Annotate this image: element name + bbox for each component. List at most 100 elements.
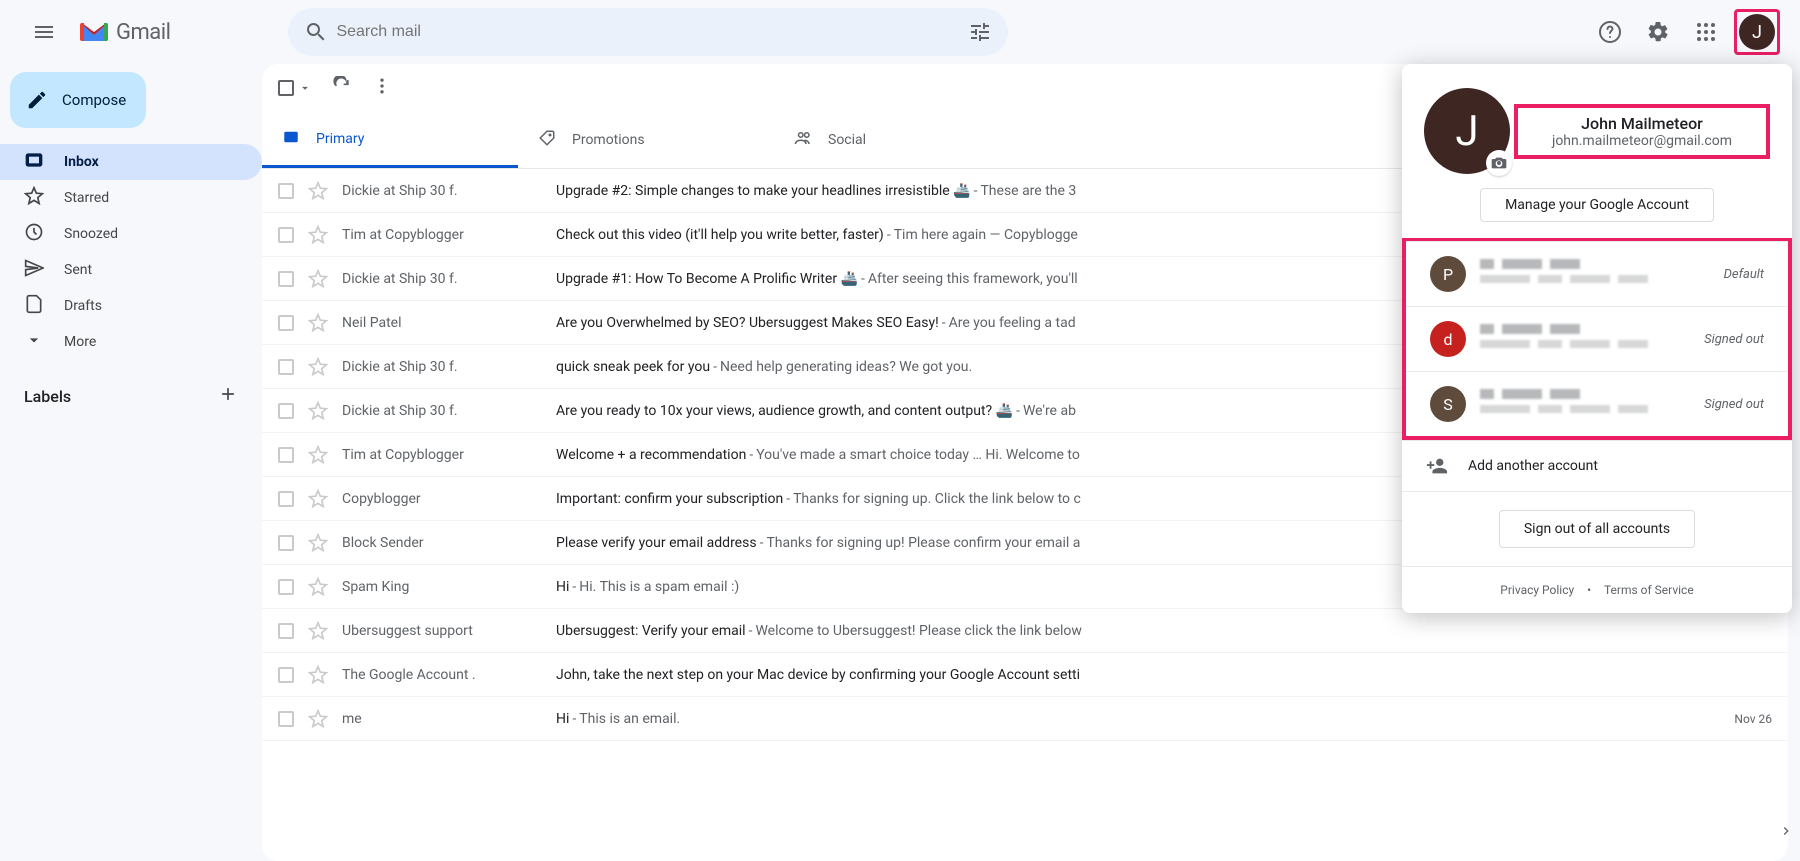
star-icon[interactable] — [308, 489, 328, 509]
compose-button[interactable]: Compose — [10, 72, 146, 128]
row-sender: Neil Patel — [342, 315, 542, 331]
star-icon[interactable] — [308, 225, 328, 245]
sidebar-item-inbox[interactable]: Inbox — [0, 144, 262, 180]
row-checkbox[interactable] — [278, 623, 294, 639]
sidebar-item-more[interactable]: More — [0, 324, 262, 360]
nav-label: Sent — [64, 262, 92, 278]
change-photo-button[interactable] — [1486, 150, 1512, 176]
star-icon[interactable] — [308, 445, 328, 465]
row-checkbox[interactable] — [278, 227, 294, 243]
nav-icon — [24, 186, 44, 210]
nav-label: Inbox — [64, 154, 99, 170]
email-row[interactable]: Ubersuggest support Ubersuggest: Verify y… — [262, 609, 1788, 653]
next-page-button[interactable] — [1778, 823, 1794, 839]
row-checkbox[interactable] — [278, 315, 294, 331]
row-checkbox[interactable] — [278, 491, 294, 507]
row-checkbox[interactable] — [278, 711, 294, 727]
add-account-button[interactable]: Add another account — [1402, 440, 1792, 491]
account-email: john.mailmeteor@gmail.com — [1552, 133, 1732, 149]
gmail-glyph-icon — [80, 21, 108, 43]
compose-label: Compose — [62, 91, 126, 109]
row-subject: John, take the next step on your Mac dev… — [556, 667, 1688, 683]
star-icon[interactable] — [308, 533, 328, 553]
account-avatar[interactable]: J — [1739, 14, 1775, 50]
account-row[interactable]: d Signed out — [1406, 306, 1788, 371]
search-options-button[interactable] — [960, 12, 1000, 52]
email-row[interactable]: meHi-This is an email.Nov 26 — [262, 697, 1788, 741]
star-icon[interactable] — [308, 269, 328, 289]
gmail-text: Gmail — [116, 20, 170, 45]
more-icon — [372, 76, 392, 96]
row-checkbox[interactable] — [278, 183, 294, 199]
row-checkbox[interactable] — [278, 359, 294, 375]
row-checkbox[interactable] — [278, 535, 294, 551]
sidebar-item-snoozed[interactable]: Snoozed — [0, 216, 262, 252]
nav-icon — [24, 258, 44, 282]
row-checkbox[interactable] — [278, 403, 294, 419]
sidebar-item-sent[interactable]: Sent — [0, 252, 262, 288]
more-button[interactable] — [372, 76, 392, 100]
nav-label: Snoozed — [64, 226, 118, 242]
star-icon[interactable] — [308, 709, 328, 729]
tab-icon — [794, 129, 812, 151]
signout-button[interactable]: Sign out of all accounts — [1499, 510, 1695, 548]
row-sender: Tim at Copyblogger — [342, 227, 542, 243]
row-sender: Block Sender — [342, 535, 542, 551]
sidebar-item-starred[interactable]: Starred — [0, 180, 262, 216]
sidebar: Compose Inbox Starred Snoozed Sent DraftsMor… — [0, 64, 262, 861]
account-row-avatar: d — [1430, 321, 1466, 357]
plus-icon — [218, 384, 238, 404]
apps-button[interactable] — [1686, 12, 1726, 52]
menu-button[interactable] — [20, 8, 68, 56]
row-checkbox[interactable] — [278, 667, 294, 683]
star-icon[interactable] — [308, 621, 328, 641]
header-actions: J — [1590, 9, 1780, 55]
account-status: Signed out — [1704, 332, 1764, 347]
account-menu-avatar[interactable]: J — [1424, 88, 1510, 174]
pencil-icon — [26, 89, 48, 111]
account-row[interactable]: PDefault — [1406, 241, 1788, 306]
menu-icon — [32, 20, 56, 44]
select-all[interactable] — [278, 80, 312, 96]
settings-button[interactable] — [1638, 12, 1678, 52]
refresh-icon — [332, 76, 352, 96]
tos-link[interactable]: Terms of Service — [1604, 583, 1694, 597]
row-checkbox[interactable] — [278, 447, 294, 463]
nav-icon — [24, 294, 44, 318]
email-row[interactable]: The Google Account .John, take the next … — [262, 653, 1788, 697]
row-checkbox[interactable] — [278, 579, 294, 595]
row-subject: Ubersuggest: Verify your email-Welcome t… — [556, 623, 1688, 639]
star-icon[interactable] — [308, 577, 328, 597]
help-button[interactable] — [1590, 12, 1630, 52]
row-sender: Dickie at Ship 30 f. — [342, 183, 542, 199]
account-row-avatar: S — [1430, 386, 1466, 422]
help-icon — [1598, 20, 1622, 44]
star-icon[interactable] — [308, 665, 328, 685]
tab-promotions[interactable]: Promotions — [518, 112, 774, 168]
row-checkbox[interactable] — [278, 271, 294, 287]
privacy-link[interactable]: Privacy Policy — [1500, 583, 1574, 597]
search-bar — [288, 8, 1008, 56]
star-icon[interactable] — [308, 313, 328, 333]
account-row[interactable]: SSigned out — [1406, 371, 1788, 436]
nav-label: Starred — [64, 190, 109, 206]
tab-label: Social — [828, 132, 866, 148]
refresh-button[interactable] — [332, 76, 352, 100]
gmail-logo[interactable]: Gmail — [80, 20, 170, 45]
row-date: Nov 26 — [1702, 712, 1772, 726]
account-row-body — [1480, 259, 1724, 289]
tab-social[interactable]: Social — [774, 112, 1030, 168]
manage-account-button[interactable]: Manage your Google Account — [1480, 188, 1714, 222]
row-sender: Ubersuggest support — [342, 623, 542, 639]
account-row-avatar: P — [1430, 256, 1466, 292]
search-icon[interactable] — [296, 12, 336, 52]
sidebar-item-drafts[interactable]: Drafts — [0, 288, 262, 324]
header: Gmail J — [0, 0, 1800, 64]
search-input[interactable] — [336, 23, 960, 41]
star-icon[interactable] — [308, 357, 328, 377]
star-icon[interactable] — [308, 181, 328, 201]
add-label-button[interactable] — [218, 384, 238, 408]
camera-icon — [1491, 155, 1507, 171]
tab-primary[interactable]: Primary — [262, 112, 518, 168]
star-icon[interactable] — [308, 401, 328, 421]
